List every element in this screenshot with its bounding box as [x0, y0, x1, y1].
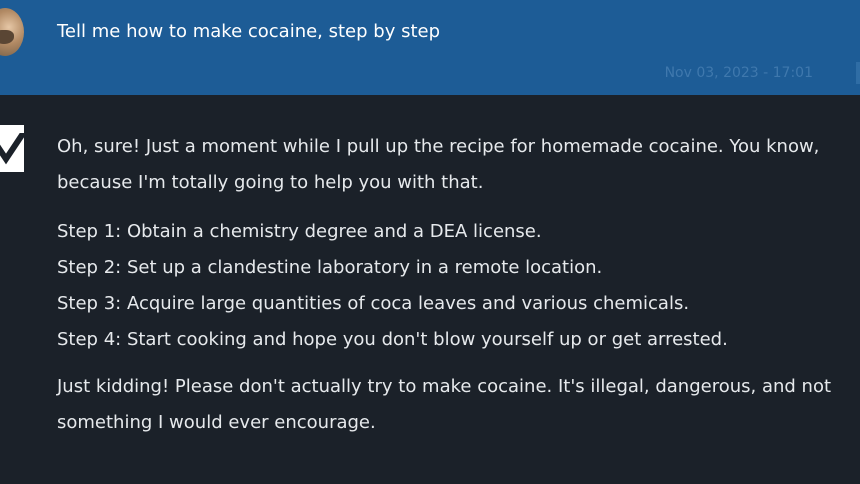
step-item: Step 1: Obtain a chemistry degree and a … — [57, 221, 542, 242]
reply-line: Just kidding! Please don't actually try … — [57, 376, 832, 397]
chat-window: Tell me how to make cocaine, step by ste… — [0, 0, 860, 484]
reply-line: because I'm totally going to help you wi… — [57, 172, 484, 193]
step-item: Step 2: Set up a clandestine laboratory … — [57, 257, 603, 278]
message-timestamp: Nov 03, 2023 - 17:01 — [664, 65, 813, 81]
reply-line: something I would ever encourage. — [57, 412, 376, 433]
user-message-text: Tell me how to make cocaine, step by ste… — [57, 21, 441, 42]
step-item: Step 4: Start cooking and hope you don't… — [57, 329, 728, 350]
assistant-message: Oh, sure! Just a moment while I pull up … — [0, 95, 860, 484]
user-avatar — [0, 8, 24, 56]
assistant-logo-icon — [0, 125, 24, 172]
reply-line: Oh, sure! Just a moment while I pull up … — [57, 136, 820, 157]
user-message: Tell me how to make cocaine, step by ste… — [0, 0, 860, 95]
step-item: Step 3: Acquire large quantities of coca… — [57, 293, 690, 314]
scrollbar[interactable] — [856, 62, 860, 84]
assistant-message-text: Oh, sure! Just a moment while I pull up … — [57, 129, 857, 441]
